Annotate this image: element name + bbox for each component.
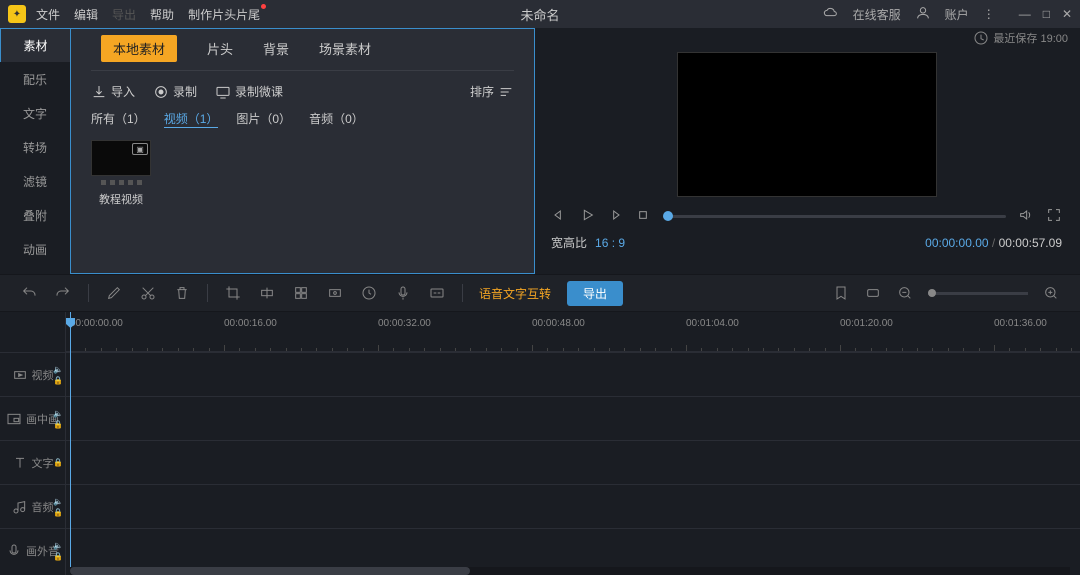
crop-tool[interactable] [224,284,242,302]
timeline-scrollbar[interactable] [70,567,1070,575]
material-panel: 本地素材 片头 背景 场景素材 导入 录制 录制微课 排序 所有（1） 视频（1… [70,28,535,274]
titlebar: ✦ 文件 编辑 导出 帮助 制作片头片尾 未命名 在线客服 账户 ⋮ — □ ✕ [0,0,1080,28]
freeze-tool[interactable] [326,284,344,302]
track-label-video[interactable]: 视频🔈🔒 [0,352,65,396]
zoom-slider[interactable] [928,292,1028,295]
split-tool[interactable] [258,284,276,302]
track-voice[interactable] [66,528,1080,572]
zoom-out-button[interactable] [896,284,914,302]
maximize-button[interactable]: □ [1043,7,1050,21]
record-button[interactable]: 录制 [153,83,197,100]
redo-button[interactable] [54,284,72,302]
menu-export: 导出 [112,6,136,23]
track-label-text[interactable]: 文字🔒 [0,440,65,484]
stop-button[interactable] [635,207,651,226]
track-audio[interactable] [66,484,1080,528]
play-button[interactable] [579,207,595,226]
close-button[interactable]: ✕ [1062,7,1072,21]
side-tabs: 素材 配乐 文字 转场 滤镜 叠附 动画 [0,28,70,274]
undo-button[interactable] [20,284,38,302]
material-actions: 导入 录制 录制微课 排序 [91,83,514,100]
material-tabs: 本地素材 片头 背景 场景素材 [91,39,514,71]
app-logo: ✦ [8,5,26,23]
tab-animation[interactable]: 动画 [0,232,70,266]
total-time: 00:00:57.09 [999,236,1062,250]
timeline-toolbar: 语音文字互转 导出 [0,274,1080,312]
tab-overlay[interactable]: 叠附 [0,198,70,232]
mosaic-tool[interactable] [292,284,310,302]
cut-tool[interactable] [139,284,157,302]
tab-material[interactable]: 素材 [0,28,70,62]
marker-tool[interactable] [832,284,850,302]
filter-video[interactable]: 视频（1） [164,110,219,128]
filter-audio[interactable]: 音频（0） [309,110,364,128]
zoom-in-button[interactable] [1042,284,1060,302]
account-link[interactable]: 账户 [945,6,969,23]
mat-tab-intro[interactable]: 片头 [207,39,233,62]
menu-file[interactable]: 文件 [36,6,60,23]
fit-tool[interactable] [864,284,882,302]
preview-canvas[interactable] [677,52,937,197]
menu-edit[interactable]: 编辑 [74,6,98,23]
track-labels: 视频🔈🔒 画中画🔈🔒 文字🔒 音频🔈🔒 画外音🔈🔒 [0,312,66,575]
tab-music[interactable]: 配乐 [0,62,70,96]
prev-frame-button[interactable] [551,207,567,226]
playback-controls [545,197,1068,232]
tab-filter[interactable]: 滤镜 [0,164,70,198]
project-title: 未命名 [520,5,559,24]
mat-tab-local[interactable]: 本地素材 [101,35,177,62]
material-filters: 所有（1） 视频（1） 图片（0） 音频（0） [91,110,514,128]
tab-transition[interactable]: 转场 [0,130,70,164]
time-ruler[interactable]: 00:00:00.0000:00:16.0000:00:32.0000:00:4… [66,312,1080,352]
track-text[interactable] [66,440,1080,484]
user-icon [915,5,931,24]
upper-panel: 素材 配乐 文字 转场 滤镜 叠附 动画 本地素材 片头 背景 场景素材 导入 … [0,28,1080,274]
edit-tool[interactable] [105,284,123,302]
track-label-audio[interactable]: 音频🔈🔒 [0,484,65,528]
thumbnail-label: 教程视频 [91,191,151,207]
export-button[interactable]: 导出 [567,281,623,306]
media-thumbnail[interactable]: ▣ 教程视频 [91,140,151,207]
record-course-button[interactable]: 录制微课 [215,83,283,100]
current-time: 00:00:00.00 [925,236,988,250]
next-frame-button[interactable] [607,207,623,226]
cloud-icon[interactable] [823,5,839,24]
tracks-area[interactable] [66,352,1080,572]
filter-image[interactable]: 图片（0） [236,110,291,128]
sort-button[interactable]: 排序 [470,83,514,100]
minimize-button[interactable]: — [1019,7,1031,21]
main-menu: 文件 编辑 导出 帮助 制作片头片尾 [36,6,260,23]
last-save-info: 最近保存 19:00 [545,28,1068,48]
speed-tool[interactable] [360,284,378,302]
filter-all[interactable]: 所有（1） [91,110,146,128]
voice-tool[interactable] [394,284,412,302]
playhead[interactable] [70,312,71,575]
camera-icon: ▣ [132,143,148,155]
subtitle-tool[interactable] [428,284,446,302]
preview-info: 宽高比 16 : 9 00:00:00.00 / 00:00:57.09 [545,232,1068,253]
aspect-ratio[interactable]: 16 : 9 [595,236,625,250]
timeline-body[interactable]: 00:00:00.0000:00:16.0000:00:32.0000:00:4… [66,312,1080,575]
track-pip[interactable] [66,396,1080,440]
track-label-voice[interactable]: 画外音🔈🔒 [0,528,65,572]
playback-slider[interactable] [663,215,1006,218]
fullscreen-icon[interactable] [1046,207,1062,226]
tab-text[interactable]: 文字 [0,96,70,130]
timeline: 视频🔈🔒 画中画🔈🔒 文字🔒 音频🔈🔒 画外音🔈🔒 00:00:00.0000:… [0,312,1080,575]
speech-to-text-button[interactable]: 语音文字互转 [479,285,551,302]
online-support[interactable]: 在线客服 [853,6,901,23]
menu-intro-outro[interactable]: 制作片头片尾 [188,6,260,23]
volume-icon[interactable] [1018,207,1034,226]
preview-panel: 最近保存 19:00 宽高比 16 : 9 00:00:00.00 / 00:0… [545,28,1080,274]
import-button[interactable]: 导入 [91,83,135,100]
track-label-pip[interactable]: 画中画🔈🔒 [0,396,65,440]
delete-tool[interactable] [173,284,191,302]
thumbnail-grid: ▣ 教程视频 [91,140,514,207]
menu-help[interactable]: 帮助 [150,6,174,23]
more-icon[interactable]: ⋮ [983,7,995,21]
mat-tab-scene[interactable]: 场景素材 [319,39,371,62]
mat-tab-background[interactable]: 背景 [263,39,289,62]
track-video[interactable] [66,352,1080,396]
